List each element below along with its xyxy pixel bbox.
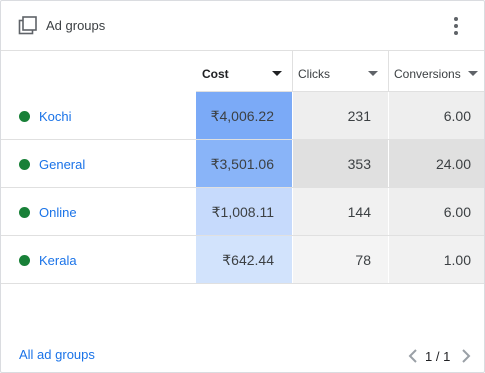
- sort-caret-icon[interactable]: [272, 71, 282, 76]
- table-row: Kochi ₹4,006.22 231 6.00: [1, 92, 484, 140]
- cost-cell: ₹4,006.22: [196, 92, 292, 139]
- conversions-cell: 24.00: [389, 140, 484, 187]
- column-header-cost[interactable]: Cost: [196, 51, 292, 92]
- status-dot-icon: [19, 207, 30, 218]
- sort-caret-icon[interactable]: [468, 71, 478, 76]
- chevron-right-icon[interactable]: [460, 348, 472, 364]
- ad-group-link[interactable]: Kerala: [39, 253, 77, 268]
- status-dot-icon: [19, 159, 30, 170]
- ad-group-link[interactable]: Online: [39, 205, 77, 220]
- ad-groups-card: Ad groups Cost Clicks Conversions Kochi …: [0, 0, 485, 373]
- clicks-cell: 231: [293, 92, 388, 139]
- all-ad-groups-link[interactable]: All ad groups: [19, 347, 95, 362]
- ad-group-link[interactable]: General: [39, 157, 85, 172]
- column-label-cost: Cost: [202, 67, 229, 81]
- clicks-cell: 353: [293, 140, 388, 187]
- card-header: Ad groups: [1, 1, 484, 51]
- status-dot-icon: [19, 111, 30, 122]
- column-label-conversions: Conversions: [394, 67, 461, 81]
- table-row: General ₹3,501.06 353 24.00: [1, 140, 484, 188]
- clicks-cell: 78: [293, 236, 388, 283]
- conversions-cell: 1.00: [389, 236, 484, 283]
- column-header-clicks[interactable]: Clicks: [293, 51, 388, 92]
- sort-caret-icon[interactable]: [368, 71, 378, 76]
- table-row: Kerala ₹642.44 78 1.00: [1, 236, 484, 284]
- status-dot-icon: [19, 255, 30, 266]
- cost-cell: ₹642.44: [196, 236, 292, 283]
- conversions-cell: 6.00: [389, 188, 484, 235]
- conversions-cell: 6.00: [389, 92, 484, 139]
- layers-icon: [18, 16, 37, 35]
- cost-cell: ₹3,501.06: [196, 140, 292, 187]
- ad-group-link[interactable]: Kochi: [39, 109, 72, 124]
- chevron-left-icon[interactable]: [407, 348, 419, 364]
- card-title: Ad groups: [46, 18, 106, 33]
- page-indicator: 1 / 1: [425, 349, 451, 364]
- cost-cell: ₹1,008.11: [196, 188, 292, 235]
- more-vert-icon[interactable]: [447, 15, 465, 37]
- clicks-cell: 144: [293, 188, 388, 235]
- column-label-clicks: Clicks: [298, 67, 330, 81]
- table-row: Online ₹1,008.11 144 6.00: [1, 188, 484, 236]
- column-header-conversions[interactable]: Conversions: [389, 51, 484, 92]
